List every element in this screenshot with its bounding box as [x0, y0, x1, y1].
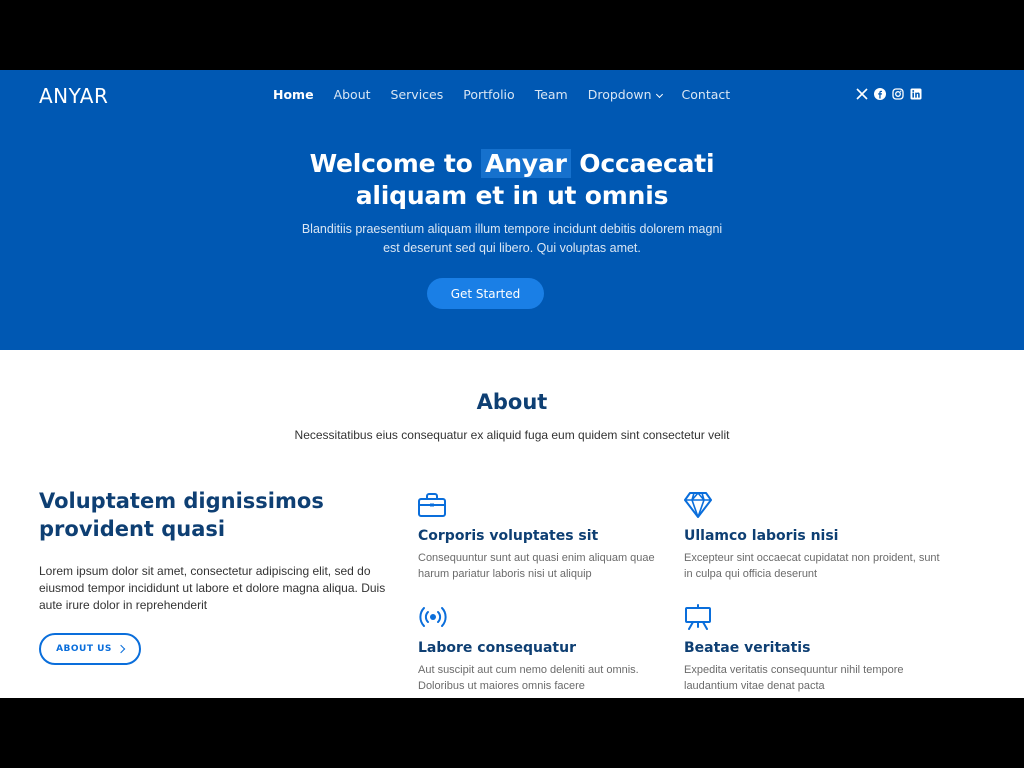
nav-about[interactable]: About	[324, 87, 381, 102]
about-subtitle: Necessitatibus eius consequatur ex aliqu…	[294, 428, 730, 442]
x-icon[interactable]	[856, 88, 868, 100]
brand-logo[interactable]: ANYAR	[39, 84, 108, 108]
hero-subtitle: Blanditiis praesentium aliquam illum tem…	[0, 220, 1024, 258]
feature-item: Ullamco laboris nisi Excepteur sint occa…	[684, 491, 944, 582]
about-us-button[interactable]: ABOUT US	[39, 633, 141, 665]
about-title: About	[476, 390, 548, 414]
hero-title: Welcome to Anyar Occaecati aliquam et in…	[0, 148, 1024, 212]
nav-portfolio[interactable]: Portfolio	[453, 87, 524, 102]
hero-title-line2: aliquam et in ut omnis	[355, 181, 669, 210]
nav-services[interactable]: Services	[381, 87, 454, 102]
nav-team[interactable]: Team	[525, 87, 578, 102]
gem-icon	[684, 491, 714, 519]
chevron-right-icon	[116, 644, 126, 654]
easel-icon	[684, 603, 714, 631]
social-links	[856, 88, 922, 100]
feature-text: Aut suscipit aut cum nemo deleniti aut o…	[418, 664, 639, 692]
nav-dropdown[interactable]: Dropdown	[578, 87, 672, 102]
facebook-icon[interactable]	[874, 88, 886, 100]
feature-title: Corporis voluptates sit	[418, 528, 599, 544]
instagram-icon[interactable]	[892, 88, 904, 100]
feature-item: Labore consequatur Aut suscipit aut cum …	[418, 603, 678, 694]
browser-viewport: ANYAR Home About Services Portfolio Team…	[0, 70, 1024, 698]
broadcast-icon	[418, 603, 448, 631]
hero-subtitle-line2: est deserunt sed qui libero. Qui volupta…	[383, 241, 641, 255]
feature-title: Labore consequatur	[418, 640, 576, 656]
hero-title-pre: Welcome to	[309, 149, 473, 178]
nav-contact[interactable]: Contact	[672, 87, 741, 102]
feature-text: Excepteur sint occaecat cupidatat non pr…	[684, 552, 940, 580]
feature-item: Corporis voluptates sit Consequuntur sun…	[418, 491, 678, 582]
feature-title: Ullamco laboris nisi	[684, 528, 839, 544]
chevron-down-icon	[655, 90, 663, 99]
briefcase-icon	[418, 491, 448, 519]
about-lead-title: Voluptatem dignissimos provident quasi	[39, 489, 324, 541]
feature-text: Expedita veritatis consequuntur nihil te…	[684, 664, 904, 692]
nav-dropdown-label: Dropdown	[587, 87, 652, 102]
feature-text: Consequuntur sunt aut quasi enim aliquam…	[418, 552, 655, 580]
feature-title: Beatae veritatis	[684, 640, 811, 656]
hero-subtitle-line1: Blanditiis praesentium aliquam illum tem…	[301, 222, 723, 236]
linkedin-icon[interactable]	[910, 88, 922, 100]
hero-title-post: Occaecati	[579, 149, 715, 178]
hero-title-brand: Anyar	[481, 149, 571, 178]
hero-section: ANYAR Home About Services Portfolio Team…	[0, 70, 1024, 350]
get-started-button[interactable]: Get Started	[427, 278, 544, 309]
about-lead-text: Lorem ipsum dolor sit amet, consectetur …	[39, 564, 386, 612]
feature-item: Beatae veritatis Expedita veritatis cons…	[684, 603, 944, 694]
nav-home[interactable]: Home	[263, 87, 324, 102]
main-nav: Home About Services Portfolio Team Dropd…	[263, 87, 740, 102]
about-us-button-label: ABOUT US	[56, 644, 112, 654]
